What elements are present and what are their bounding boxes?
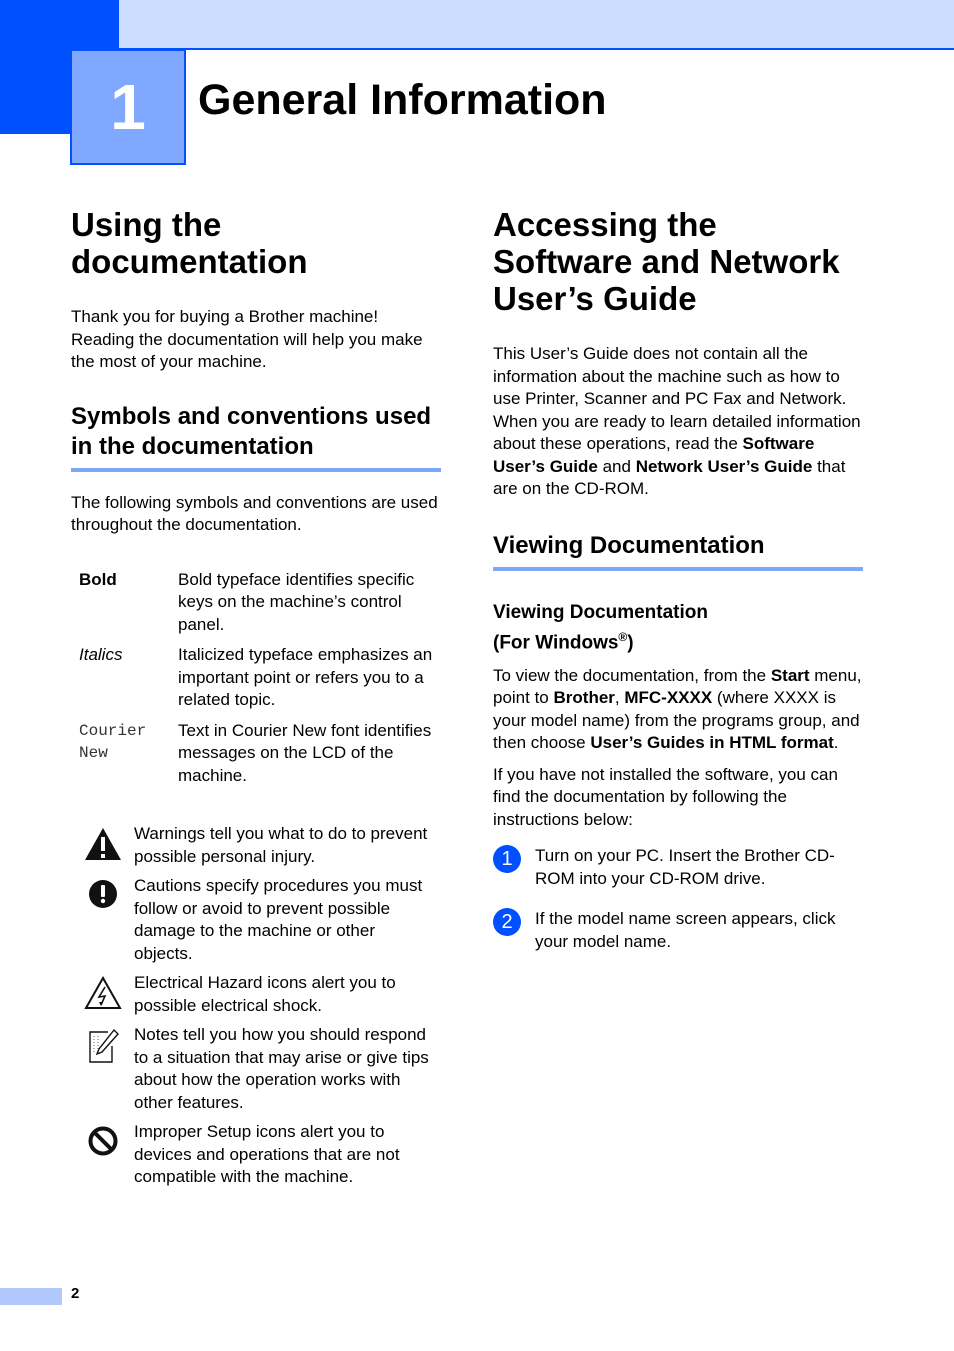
convention-row: Italics Italicized typeface emphasizes a… — [79, 644, 441, 712]
page-number: 2 — [71, 1285, 80, 1302]
accessing-intro: This User’s Guide does not contain all t… — [493, 343, 863, 501]
text: (For Windows — [493, 631, 619, 653]
chapter-number-box: 1 — [70, 49, 186, 165]
text: ) — [627, 631, 634, 653]
prohibited-icon — [71, 1121, 134, 1189]
convention-desc: Bold typeface identifies specific keys o… — [178, 569, 415, 634]
convention-desc: Text in Courier New font identifies mess… — [178, 720, 432, 785]
section-title-using-documentation: Using the documentation — [71, 206, 308, 280]
caution-exclamation-icon — [71, 875, 134, 965]
conventions-intro: The following symbols and conventions ar… — [71, 492, 438, 535]
convention-desc: Italicized typeface emphasizes an import… — [178, 645, 433, 709]
electrical-hazard-icon — [71, 972, 134, 1017]
footer-accent-bar — [0, 1288, 62, 1305]
step-text: Turn on your PC. Insert the Brother CD-R… — [535, 846, 835, 888]
intro-paragraph: Thank you for buying a Brother machine! … — [71, 307, 423, 371]
subsection-title-symbols: Symbols and conventions used in the docu… — [71, 402, 441, 472]
icon-description: Warnings tell you what to do to prevent … — [134, 824, 428, 866]
text: To view the documentation, from the — [493, 665, 771, 685]
step-number-badge: 2 — [493, 908, 521, 937]
section-title-accessing-guide: Accessing the Software and Network User’… — [493, 206, 840, 317]
convention-key: Courier New — [79, 721, 147, 763]
text: Viewing Documentation — [493, 601, 709, 623]
subsection-title-viewing: Viewing Documentation — [493, 531, 863, 571]
text: and — [597, 456, 636, 476]
text: . — [833, 733, 839, 753]
left-column: Using the documentation Thank you for bu… — [71, 206, 441, 1196]
icon-description: Cautions specify procedures you must fol… — [134, 876, 423, 963]
start-menu-name: Start — [770, 665, 810, 685]
convention-key: Italics — [79, 645, 123, 664]
conventions-table: Bold Bold typeface identifies specific k… — [79, 569, 441, 788]
network-guide-name: Network User’s Guide — [635, 456, 813, 476]
html-guide-option: User’s Guides in HTML format — [590, 733, 834, 753]
brother-menu-name: Brother — [553, 688, 615, 708]
chapter-title: General Information — [198, 76, 607, 124]
step-number-badge: 1 — [493, 845, 521, 874]
icon-description: Electrical Hazard icons alert you to pos… — [134, 973, 396, 1015]
step-text: If the model name screen appears, click … — [535, 909, 836, 951]
model-menu-name: MFC-XXXX — [624, 688, 713, 708]
icon-legend: Warnings tell you what to do to prevent … — [71, 823, 441, 1189]
header-band — [119, 0, 954, 50]
icon-legend-row: Electrical Hazard icons alert you to pos… — [71, 972, 441, 1017]
icon-legend-row: Improper Setup icons alert you to device… — [71, 1121, 441, 1189]
step-item: 1 Turn on your PC. Insert the Brother CD… — [493, 845, 863, 890]
convention-row: Bold Bold typeface identifies specific k… — [79, 569, 441, 637]
warning-triangle-icon — [71, 823, 134, 868]
sub-subsection-title-windows: Viewing Documentation (For Windows®) — [493, 601, 863, 655]
viewing-instructions: To view the documentation, from the Star… — [493, 665, 863, 755]
registered-mark: ® — [618, 629, 628, 644]
convention-row: Courier New Text in Courier New font ide… — [79, 720, 441, 788]
right-column: Accessing the Software and Network User’… — [493, 206, 863, 971]
icon-legend-row: Cautions specify procedures you must fol… — [71, 875, 441, 965]
note-pencil-icon — [71, 1024, 134, 1114]
icon-description: Improper Setup icons alert you to device… — [134, 1122, 400, 1186]
icon-description: Notes tell you how you should respond to… — [134, 1025, 429, 1112]
icon-legend-row: Warnings tell you what to do to prevent … — [71, 823, 441, 868]
not-installed-paragraph: If you have not installed the software, … — [493, 764, 838, 829]
text: , — [614, 688, 625, 708]
convention-key: Bold — [79, 569, 117, 589]
chapter-number: 1 — [110, 71, 146, 143]
icon-legend-row: Notes tell you how you should respond to… — [71, 1024, 441, 1114]
step-item: 2 If the model name screen appears, clic… — [493, 908, 863, 953]
